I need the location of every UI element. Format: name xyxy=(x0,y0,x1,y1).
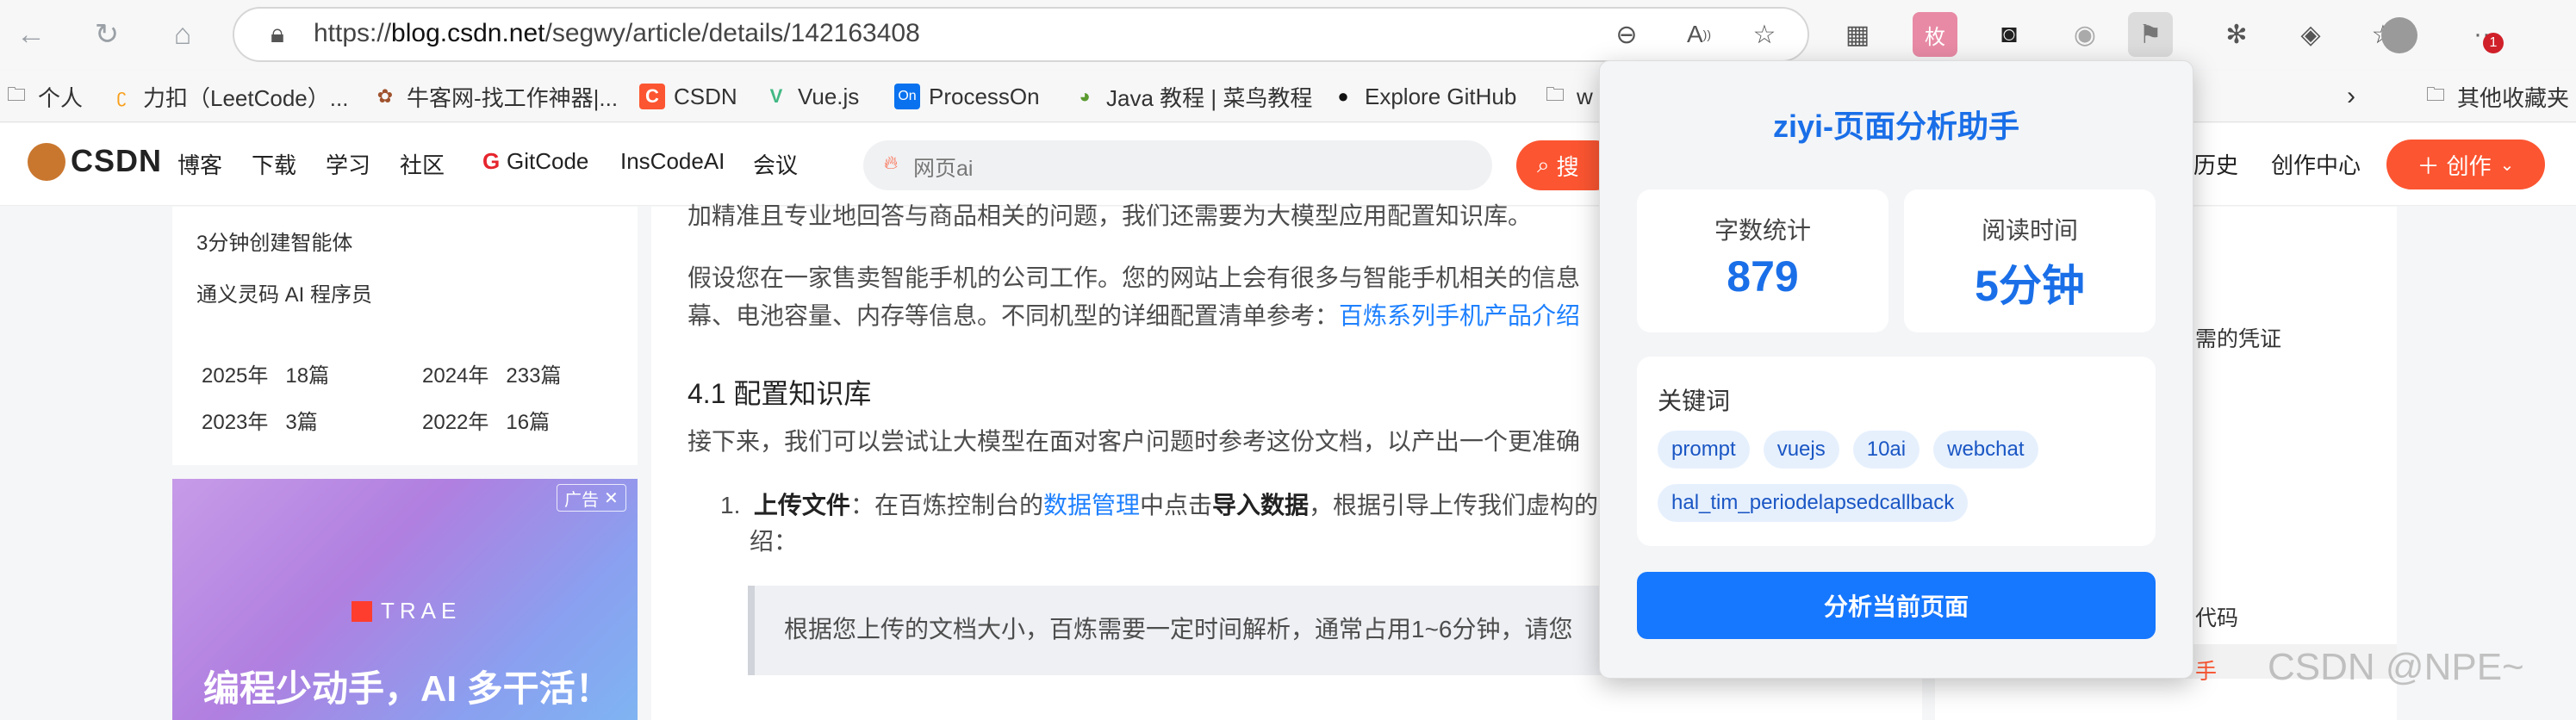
folder-icon: 🗀 xyxy=(1545,84,1565,105)
extensions-puzzle-icon[interactable]: ✻ xyxy=(2214,12,2259,57)
keywords-label: 关键词 xyxy=(1658,388,1731,414)
word-count-label: 字数统计 xyxy=(1714,217,1811,244)
toc-item-active[interactable]: 手 xyxy=(2195,655,2217,686)
toc-item-credentials[interactable]: 需的凭证 xyxy=(2195,322,2281,353)
word-count-value: 879 xyxy=(1727,252,1799,301)
popup-title: ziyi-页面分析助手 xyxy=(1772,109,2019,144)
archive-2025[interactable]: 2025年 18篇 xyxy=(202,358,329,388)
bookmark-csdn[interactable]: C CSDN xyxy=(639,79,737,114)
read-time-label: 阅读时间 xyxy=(1981,217,2078,244)
bookmark-runoob[interactable]: ◕ Java 教程 | 菜鸟教程 xyxy=(1072,79,1312,114)
keywords-list: prompt vuejs 10ai webchat hal_tim_periodelap… xyxy=(1658,431,2140,537)
product-intro-link[interactable]: 百炼系列手机产品介绍 xyxy=(1339,302,1580,329)
csdn-logo[interactable]: CSDN xyxy=(71,143,162,179)
github-icon: ● xyxy=(1337,85,1349,107)
archive-2024[interactable]: 2024年 233篇 xyxy=(422,358,561,388)
runoob-icon: ◕ xyxy=(1079,85,1091,107)
vue-icon: V xyxy=(769,85,783,107)
ad-brand: TRAE xyxy=(381,598,462,624)
nav-community[interactable]: 社区 xyxy=(400,148,445,180)
notification-badge: 1 xyxy=(2483,33,2504,53)
extension-game-icon[interactable]: ◙ xyxy=(1987,12,2032,57)
keyword-chip[interactable]: webchat xyxy=(1933,431,2038,469)
nav-download[interactable]: 下载 xyxy=(252,148,296,180)
watermark: CSDN @NPE~ xyxy=(2268,646,2524,688)
csdn-icon: C xyxy=(639,84,665,109)
list-item-upload: 1. 上传文件：在百炼控制台的数据管理中点击导入数据，根据引导上传我们虚构的 xyxy=(720,492,1599,518)
trae-logo-mark xyxy=(352,601,372,622)
leetcode-icon: ʗ xyxy=(116,85,127,107)
url-text[interactable]: https://blog.csdn.net/segwy/article/deta… xyxy=(314,19,920,48)
keyword-chip[interactable]: vuejs xyxy=(1763,431,1839,469)
create-button[interactable]: ＋创作 ⌄ xyxy=(2386,140,2545,189)
home-icon[interactable]: ⌂ xyxy=(164,16,202,53)
read-aloud-icon[interactable]: A)) xyxy=(1680,16,1718,53)
nowcoder-icon: ✿ xyxy=(376,85,394,107)
processon-icon: On xyxy=(894,84,920,109)
search-icon: ⌕ xyxy=(1537,152,1550,177)
archive-2022[interactable]: 2022年 16篇 xyxy=(422,405,550,435)
folder-icon: 🗀 xyxy=(2425,84,2445,105)
refresh-icon[interactable]: ↻ xyxy=(88,16,126,53)
nav-meeting[interactable]: 会议 xyxy=(753,148,798,180)
nav-learn[interactable]: 学习 xyxy=(326,148,370,180)
article-paragraph-1: 加精准且专业地回答与商品相关的问题，我们还需要为大模型应用配置知识库。 xyxy=(688,202,1533,229)
keyword-chip[interactable]: hal_tim_periodelapsedcallback xyxy=(1658,484,1969,522)
profile-avatar[interactable] xyxy=(2381,17,2417,53)
extension-circle-icon[interactable]: ◉ xyxy=(2063,12,2107,57)
analyze-page-button[interactable]: 分析当前页面 xyxy=(1637,572,2156,639)
ad-headline: 编程少动手，AI 多干活！ xyxy=(203,668,612,709)
bookmark-leetcode[interactable]: ʗ 力扣（LeetCode）... xyxy=(109,79,349,114)
back-icon[interactable]: ← xyxy=(12,16,50,53)
keyword-chip[interactable]: 10ai xyxy=(1852,431,1920,469)
page-analyzer-extension-icon[interactable]: ⚑ xyxy=(2128,12,2173,57)
nav-creator-center[interactable]: 创作中心 xyxy=(2271,148,2361,180)
toc-item-code[interactable]: 代码 xyxy=(2195,601,2238,632)
bookmark-other-favorites[interactable]: 🗀 其他收藏夹 xyxy=(2423,79,2569,114)
plus-icon: ＋ xyxy=(2417,152,2440,179)
lock-icon[interactable]: 🔒︎ xyxy=(258,16,296,53)
section-heading: 4.1 配置知识库 xyxy=(688,378,872,409)
article-paragraph-3: 接下来，我们可以尝试让大模型在面对客户问题时参考这份文档，以产出一个更准确 xyxy=(688,428,1581,455)
close-icon[interactable]: ✕ xyxy=(604,487,619,509)
favorite-star-icon[interactable]: ☆ xyxy=(1745,16,1783,53)
archive-2023[interactable]: 2023年 3篇 xyxy=(202,405,318,435)
search-placeholder: 网页ai xyxy=(913,157,974,181)
bookmark-vue[interactable]: V Vue.js xyxy=(763,79,860,114)
article-paragraph-2a: 假设您在一家售卖智能手机的公司工作。您的网站上会有很多与智能手机相关的信息 xyxy=(688,264,1581,291)
bookmark-nowcoder[interactable]: ✿ 牛客网-找工作神器|... xyxy=(372,79,618,114)
bookmark-folder-w[interactable]: 🗀 w xyxy=(1542,79,1593,114)
bookmarks-overflow-chevron-icon[interactable]: › xyxy=(2347,79,2355,114)
zoom-out-icon[interactable]: ⊖ xyxy=(1608,16,1646,53)
keyword-chip[interactable]: prompt xyxy=(1658,431,1750,469)
copilot-icon[interactable]: ◈ xyxy=(2288,12,2333,57)
ad-label[interactable]: 广告 ✕ xyxy=(557,484,626,512)
extension-red-icon[interactable]: 枚 xyxy=(1913,12,1957,57)
sidebar-link-agent[interactable]: 3分钟创建智能体 xyxy=(196,226,352,256)
list-item-continuation: 绍： xyxy=(750,528,799,555)
nav-gitcode[interactable]: GitCode xyxy=(507,148,588,175)
bookmark-github[interactable]: ● Explore GitHub xyxy=(1330,79,1516,114)
sidebar-link-lingma[interactable]: 通义灵码 AI 程序员 xyxy=(196,277,372,307)
article-paragraph-2b: 幕、电池容量、内存等信息。不同机型的详细配置清单参考：百炼系列手机产品介绍 xyxy=(688,302,1581,329)
chevron-down-icon: ⌄ xyxy=(2499,155,2515,175)
gitcode-icon: G xyxy=(482,148,501,174)
fire-icon: 🔥︎ xyxy=(884,152,899,173)
nav-inscodeai[interactable]: InsCodeAI xyxy=(620,148,725,175)
data-management-link[interactable]: 数据管理 xyxy=(1043,492,1140,518)
nav-blog[interactable]: 博客 xyxy=(177,148,222,180)
bookmark-processon[interactable]: On ProcessOn xyxy=(894,79,1040,114)
read-time-value: 5分钟 xyxy=(1975,262,2085,310)
nav-history[interactable]: 历史 xyxy=(2193,148,2238,180)
blockquote-text: 根据您上传的文档大小，百炼需要一定时间解析，通常占用1~6分钟，请您 xyxy=(784,616,1573,642)
qr-code-icon[interactable]: ▦ xyxy=(1835,12,1880,57)
bookmark-personal[interactable]: 🗀 个人 xyxy=(3,79,83,114)
csdn-mascot-icon xyxy=(28,143,65,181)
folder-icon: 🗀 xyxy=(6,84,26,105)
